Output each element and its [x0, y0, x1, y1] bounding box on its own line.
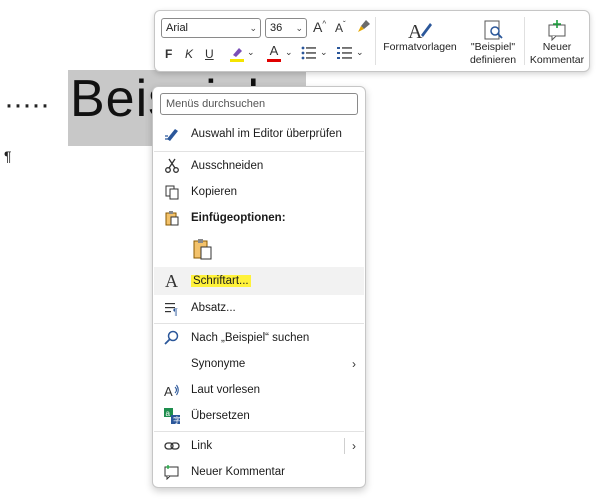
paragraph-mark: ¶	[4, 148, 12, 164]
font-name-value: Arial	[166, 22, 189, 34]
bullet-list-icon	[301, 46, 316, 60]
paragraph-icon: ¶	[164, 300, 180, 317]
space-marks: ·····	[4, 88, 50, 121]
menu-item-translate[interactable]: a字 Übersetzen	[154, 403, 364, 429]
shrink-font-button[interactable]: Aˇ	[335, 20, 346, 35]
define-label-line1: "Beispiel"	[470, 41, 516, 53]
editor-pen-icon	[164, 126, 180, 142]
split-divider	[344, 438, 345, 454]
comment-label-line1: Neuer	[542, 41, 572, 53]
svg-text:a: a	[166, 409, 171, 418]
menu-divider	[154, 431, 364, 432]
grow-font-button[interactable]: A^	[313, 19, 326, 35]
font-label: Schriftart...	[191, 275, 251, 287]
styles-button[interactable]: A Formatvorlagen	[379, 15, 461, 54]
comment-label-line2: Kommentar	[529, 54, 585, 66]
comment-icon	[164, 464, 180, 481]
svg-text:¶: ¶	[173, 307, 178, 316]
mini-toolbar: Arial ⌄ 36 ⌄ A^ Aˇ F K U ⌄ A ⌄ ⌄ ⌄ A For…	[154, 10, 590, 72]
link-icon	[164, 438, 180, 454]
font-name-dropdown[interactable]: Arial ⌄	[161, 18, 261, 38]
menu-search-input[interactable]: Menüs durchsuchen	[160, 93, 358, 115]
toolbar-divider	[375, 17, 376, 65]
menu-item-cut[interactable]: Ausschneiden	[154, 153, 364, 179]
font-a-icon: A	[164, 271, 180, 291]
search-placeholder: Menüs durchsuchen	[166, 98, 266, 110]
menu-item-font[interactable]: A Schriftart...	[154, 267, 364, 295]
svg-text:A: A	[165, 271, 178, 289]
italic-button[interactable]: K	[185, 47, 193, 61]
chevron-down-icon: ⌄	[295, 23, 303, 33]
svg-text:A: A	[408, 21, 423, 41]
chevron-right-icon: ›	[352, 357, 356, 371]
translate-icon: a字	[164, 408, 181, 425]
paste-keep-text-button[interactable]	[154, 233, 364, 265]
clipboard-icon	[164, 210, 180, 226]
magnifier-document-icon	[463, 15, 523, 41]
font-color-swatch	[267, 59, 281, 62]
menu-divider	[154, 151, 364, 152]
scissors-icon	[164, 158, 180, 174]
menu-item-link[interactable]: Link ›	[154, 433, 364, 459]
define-style-button[interactable]: "Beispiel" definieren	[463, 15, 523, 67]
brush-icon	[358, 20, 370, 32]
chevron-down-icon[interactable]: ⌄	[356, 47, 364, 58]
font-color-button[interactable]: A	[267, 44, 281, 62]
bold-button[interactable]: F	[165, 47, 172, 61]
font-size-dropdown[interactable]: 36 ⌄	[265, 18, 307, 38]
numbered-list-icon	[337, 47, 352, 59]
menu-item-read-aloud[interactable]: A Laut vorlesen	[154, 377, 364, 403]
underline-button[interactable]: U	[205, 47, 214, 61]
chevron-down-icon[interactable]: ⌄	[320, 47, 328, 58]
menu-item-paragraph[interactable]: ¶ Absatz...	[154, 295, 364, 321]
highlight-color-button[interactable]	[229, 45, 245, 66]
menu-item-copy[interactable]: Kopieren	[154, 179, 364, 205]
chevron-down-icon: ⌄	[249, 23, 257, 33]
comment-add-icon	[527, 15, 587, 41]
menu-item-paste-options: Einfügeoptionen:	[154, 205, 364, 231]
define-label-line2: definieren	[469, 54, 517, 66]
svg-text:字: 字	[173, 415, 180, 424]
menu-item-new-comment[interactable]: Neuer Kommentar	[154, 459, 364, 485]
bullets-button[interactable]	[301, 45, 317, 64]
copy-icon	[164, 184, 180, 200]
numbering-button[interactable]	[337, 45, 353, 64]
styles-label: Formatvorlagen	[383, 41, 457, 53]
menu-item-search[interactable]: Nach „Beispiel“ suchen	[154, 325, 364, 351]
read-aloud-icon: A	[164, 382, 180, 399]
context-menu: Menüs durchsuchen Auswahl im Editor über…	[152, 86, 366, 488]
chevron-down-icon[interactable]: ⌄	[285, 47, 293, 58]
highlighter-icon	[230, 48, 244, 62]
menu-item-check-editor[interactable]: Auswahl im Editor überprüfen	[154, 121, 364, 147]
font-size-value: 36	[270, 22, 283, 34]
new-comment-button[interactable]: Neuer Kommentar	[527, 15, 587, 67]
chevron-right-icon[interactable]: ›	[352, 433, 356, 459]
paste-clipboard-icon	[192, 237, 214, 261]
chevron-down-icon[interactable]: ⌄	[247, 47, 255, 58]
format-painter-button[interactable]	[356, 18, 372, 37]
search-icon	[164, 330, 180, 346]
svg-text:A: A	[164, 384, 173, 398]
menu-item-synonyms[interactable]: Synonyme ›	[154, 351, 364, 377]
menu-divider	[154, 323, 364, 324]
styles-icon: A	[379, 15, 461, 41]
toolbar-divider	[524, 17, 525, 65]
